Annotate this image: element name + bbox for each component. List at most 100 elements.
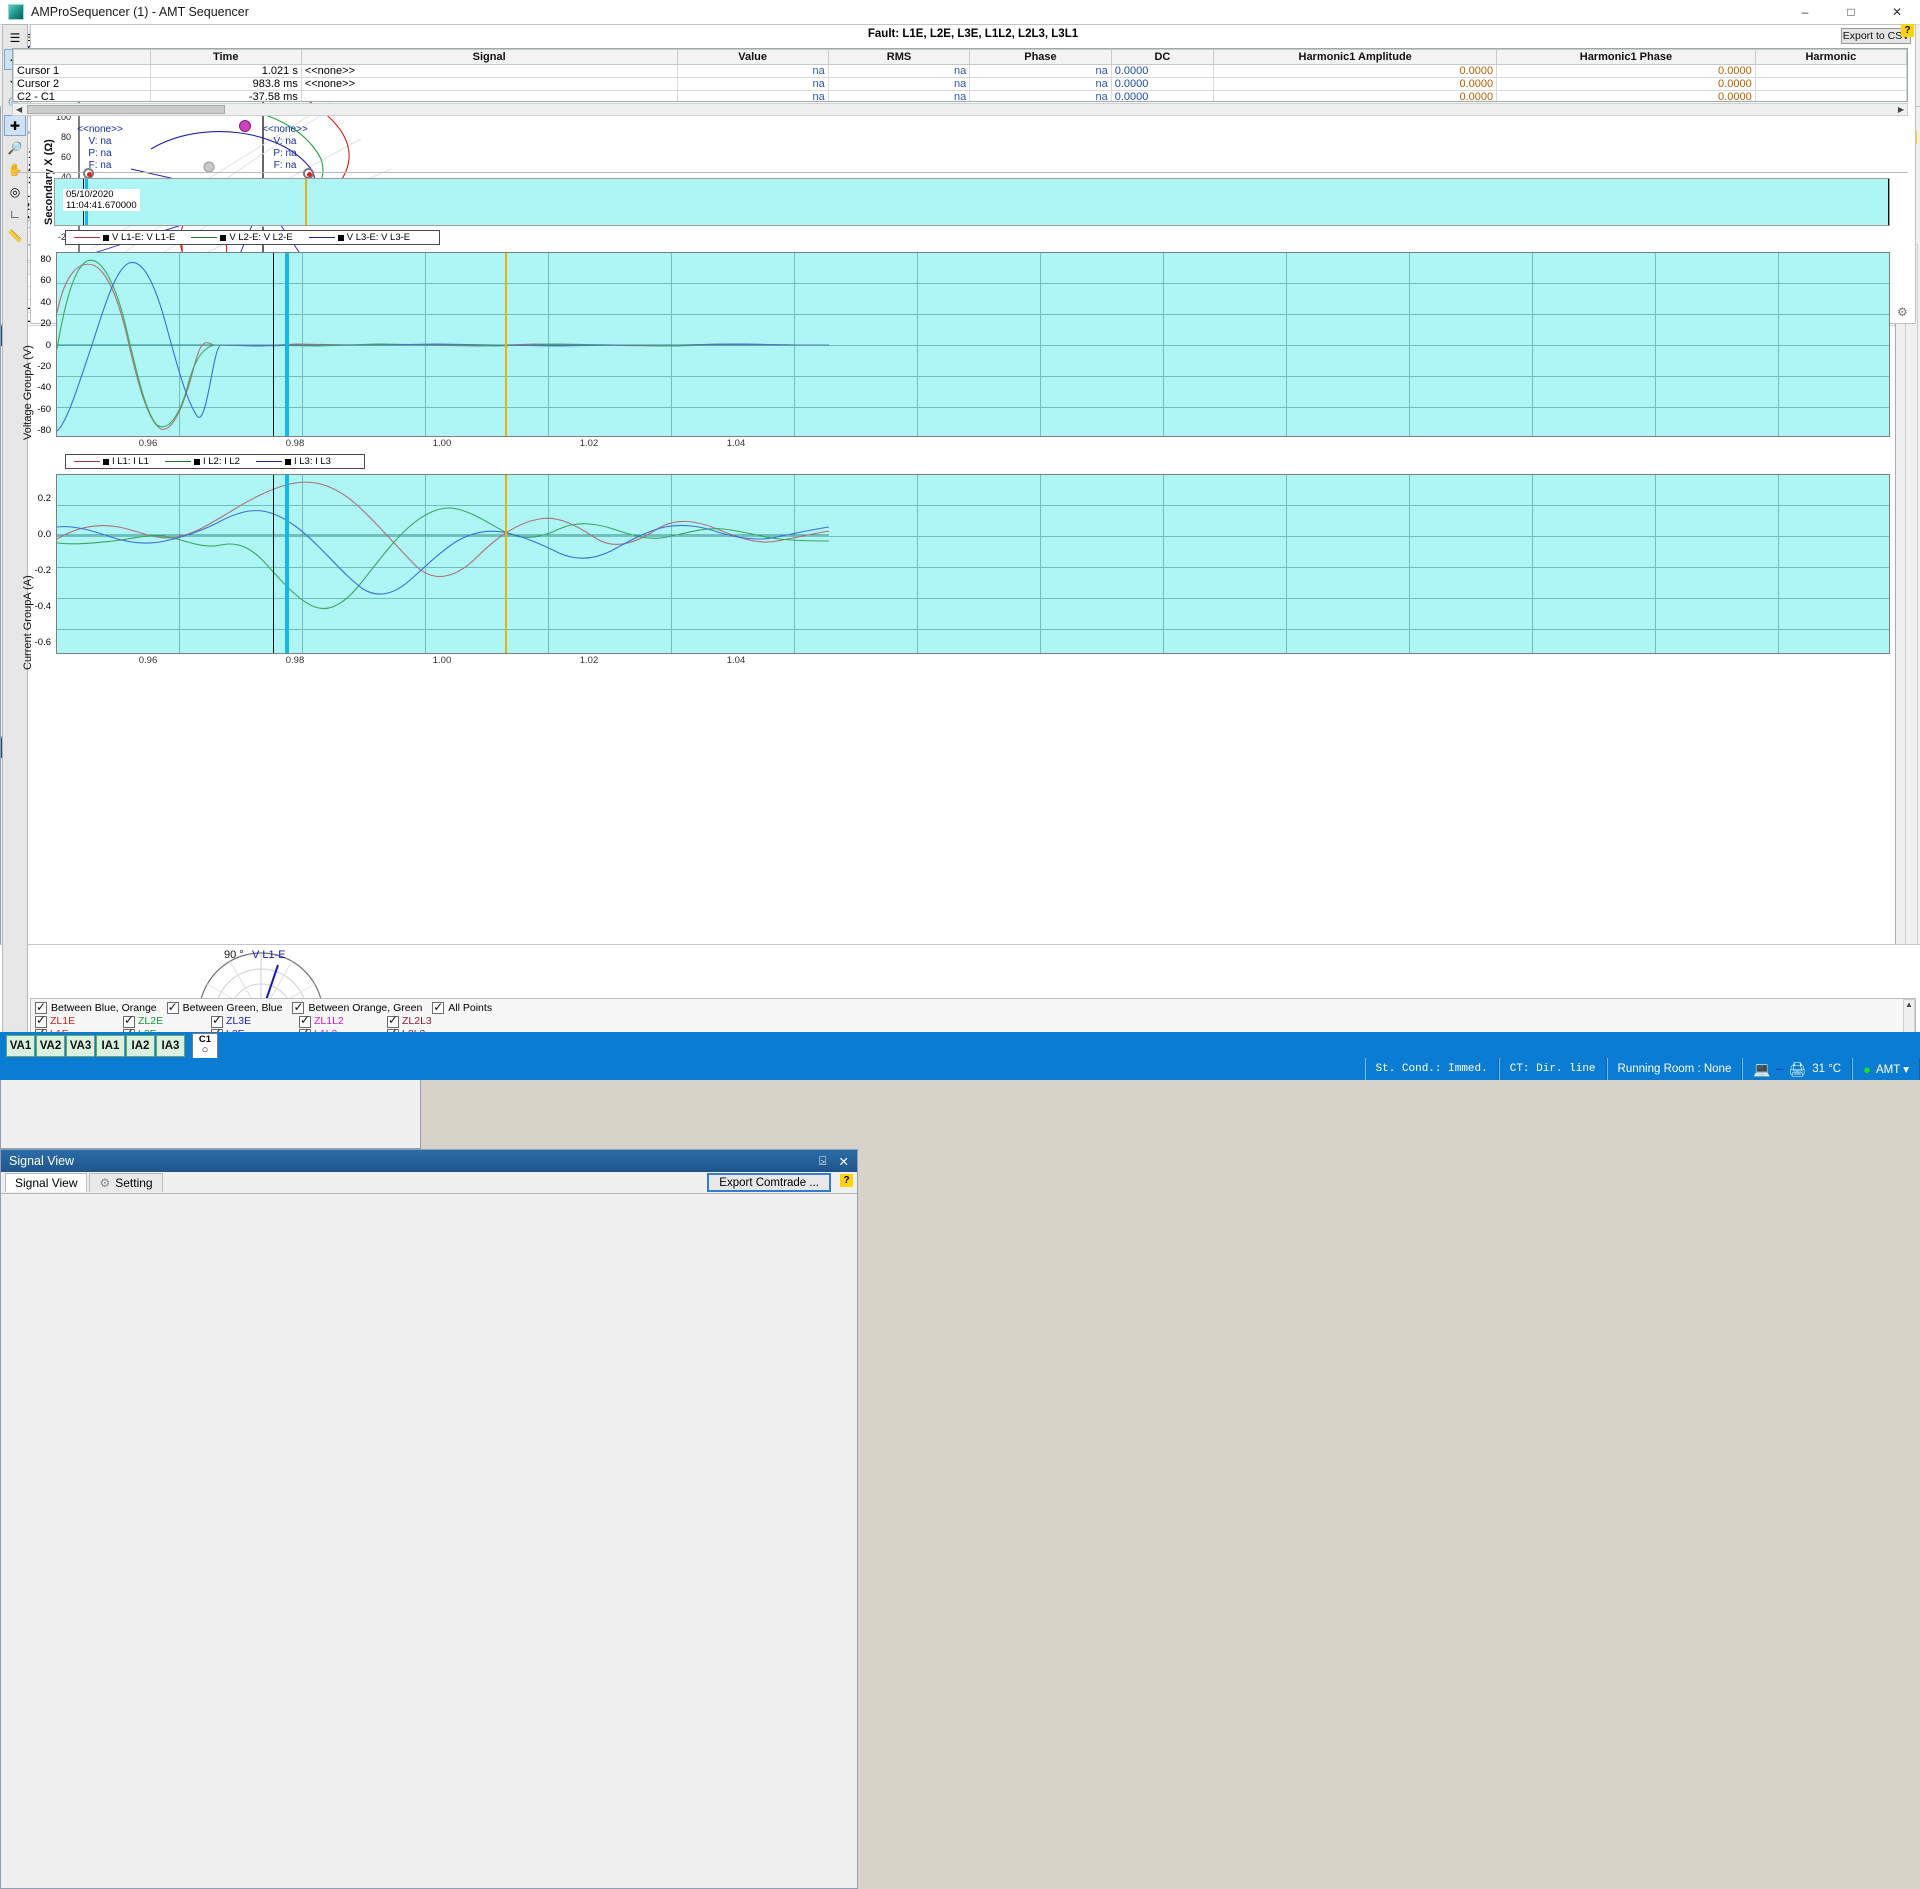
overview-strip[interactable]: 05/10/2020 11:04:41.670000 [54, 178, 1890, 226]
between-box-icon[interactable] [167, 1002, 179, 1014]
table-cell [1755, 65, 1906, 78]
col-header[interactable]: Signal [301, 50, 677, 65]
characteristic-help-icon[interactable]: ? [1901, 24, 1914, 37]
zl-checkbox[interactable]: ZL2E [123, 1015, 211, 1028]
voltage-waveform-plot[interactable] [56, 252, 1890, 437]
channel-button[interactable]: VA3 [66, 1035, 95, 1057]
table-cell: 0.0000 [1497, 78, 1756, 91]
voltage-ytick: -40 [37, 382, 51, 393]
cursor-table-wrap[interactable]: TimeSignalValueRMSPhaseDCHarmonic1 Ampli… [12, 48, 1908, 102]
col-header[interactable]: DC [1111, 50, 1213, 65]
voltage-cursor1-line[interactable] [285, 253, 289, 436]
legend-v-l1e-label: V L1-E: V L1-E [112, 232, 175, 243]
export-comtrade-button[interactable]: Export Comtrade ... [707, 1173, 831, 1192]
status-amt[interactable]: ● AMT ▾ [1852, 1058, 1920, 1080]
channel-button[interactable]: IA2 [126, 1035, 155, 1057]
signal-view-close-icon[interactable]: ✕ [839, 1154, 849, 1169]
table-cell: 983.8 ms [150, 78, 301, 91]
zl-checkbox[interactable]: ZL1E [35, 1015, 123, 1028]
timestamp-time: 11:04:41.670000 [66, 200, 137, 211]
maximize-button[interactable]: □ [1828, 0, 1874, 25]
channel-button[interactable]: VA2 [36, 1035, 65, 1057]
between-checkbox[interactable]: Between Blue, Orange [35, 1002, 157, 1014]
col-header[interactable] [14, 50, 151, 65]
cursor-table-hscroll[interactable]: ◀ ▶ [12, 103, 1908, 116]
voltage-yaxis: 806040200-20-40-60-80 [20, 252, 54, 437]
signal-view-help-icon[interactable]: ? [840, 1174, 853, 1187]
signal-view-titlebar: Signal View ⍄ ✕ [1, 1150, 857, 1172]
between-checkbox[interactable]: Between Orange, Green [292, 1002, 422, 1014]
channel-button[interactable]: IA3 [156, 1035, 185, 1057]
minimize-button[interactable]: – [1782, 0, 1828, 25]
zl-checkbox[interactable]: ZL2L3 [387, 1015, 475, 1028]
current-xtick-3: 1.02 [580, 655, 599, 666]
table-row[interactable]: Cursor 2983.8 ms<<none>>nanana0.00000.00… [14, 78, 1907, 91]
status-device-link: 💻 ∼ 🖨 31 °C [1742, 1058, 1852, 1080]
table-row[interactable]: Cursor 11.021 s<<none>>nanana0.00000.000… [14, 65, 1907, 78]
cursor1-name: <<none>> [20, 124, 180, 136]
table-cell: na [677, 78, 828, 91]
table-cell: <<none>> [301, 78, 677, 91]
voltage-waveform-svg [57, 253, 829, 438]
menu-lines-icon[interactable]: ☰ [4, 27, 26, 48]
between-label: Between Blue, Orange [51, 1002, 157, 1014]
col-header[interactable]: Time [150, 50, 301, 65]
col-header[interactable]: RMS [828, 50, 969, 65]
zl-label: ZL2E [138, 1015, 163, 1028]
voltage-ytick: 40 [40, 297, 51, 308]
status-bar: St. Cond.: Immed. CT: Dir. line Running … [0, 1058, 1920, 1080]
timestamp-date: 05/10/2020 [66, 189, 137, 200]
application-window: AMProSequencer (1) - AMT Sequencer – □ ✕… [0, 0, 1920, 1080]
channel-button[interactable]: IA1 [96, 1035, 125, 1057]
current-waveform-plot[interactable] [56, 474, 1890, 654]
table-cell: 0.0000 [1497, 65, 1756, 78]
voltage-cursor-black [273, 253, 274, 436]
between-checkbox[interactable]: Between Green, Blue [167, 1002, 283, 1014]
voltage-cursor2-line[interactable] [505, 253, 507, 436]
col-header[interactable]: Value [677, 50, 828, 65]
between-box-icon[interactable] [432, 1002, 444, 1014]
temperature-value: 31 °C [1812, 1063, 1841, 1075]
channel-button[interactable]: VA1 [6, 1035, 35, 1057]
col-header[interactable]: Harmonic1 Amplitude [1214, 50, 1497, 65]
current-cursor2-line[interactable] [505, 475, 507, 653]
cursor-hscroll-left-icon[interactable]: ◀ [13, 105, 22, 114]
cursor1-v: V: na [20, 136, 180, 148]
voltage-chart-legend: V L1-E: V L1-E V L2-E: V L2-E V L3-E: V … [65, 230, 440, 245]
tab-setting[interactable]: ⚙ Setting [89, 1173, 162, 1192]
table-cell: 0.0000 [1111, 91, 1213, 103]
table-cell: 0.0000 [1214, 65, 1497, 78]
col-header[interactable]: Phase [970, 50, 1111, 65]
col-header[interactable]: Harmonic1 Phase [1497, 50, 1756, 65]
table-cell: 0.0000 [1111, 78, 1213, 91]
legend-v-l1e: V L1-E: V L1-E [74, 232, 175, 243]
close-button[interactable]: ✕ [1874, 0, 1920, 25]
imp-vscroll-up-icon[interactable]: ▲ [1905, 1000, 1913, 1009]
legend-i-l2: I L2: I L2 [165, 456, 240, 467]
plot-settings-gear-icon[interactable]: ⚙ [1897, 305, 1912, 320]
col-header[interactable]: Harmonic [1755, 50, 1906, 65]
status-condition: St. Cond.: Immed. [1365, 1058, 1499, 1080]
ruler-icon[interactable]: 📏 [4, 225, 26, 246]
target-icon[interactable]: ◎ [4, 181, 26, 202]
between-checkbox[interactable]: All Points [432, 1002, 492, 1014]
current-xaxis: 0.96 0.98 1.00 1.02 1.04 [56, 655, 1890, 669]
zl-checkbox[interactable]: ZL3E [211, 1015, 299, 1028]
table-cell: 0.0000 [1214, 78, 1497, 91]
signal-view-pin-icon[interactable]: ⍄ [819, 1154, 827, 1169]
c1-indicator[interactable]: C1 ○ [192, 1033, 218, 1059]
zl-checkbox[interactable]: ZL1L2 [299, 1015, 387, 1028]
table-cell: <<none>> [301, 65, 677, 78]
current-xtick-0: 0.96 [139, 655, 158, 666]
table-cell: Cursor 2 [14, 78, 151, 91]
table-cell: na [970, 78, 1111, 91]
angle-measure-icon[interactable]: ∟ [4, 203, 26, 224]
cursor2-annotation: <<none>> V: na P: na F: na [205, 124, 365, 172]
table-row[interactable]: C2 - C1-37.58 msnanana0.00000.00000.0000 [14, 91, 1907, 103]
cursor-hscroll-right-icon[interactable]: ▶ [1898, 105, 1907, 114]
current-cursor1-line[interactable] [285, 475, 289, 653]
between-label: Between Orange, Green [308, 1002, 422, 1014]
voltage-xaxis: 0.96 0.98 1.00 1.02 1.04 [56, 438, 1890, 452]
tab-signal-view[interactable]: Signal View [5, 1173, 87, 1192]
table-cell: C2 - C1 [14, 91, 151, 103]
